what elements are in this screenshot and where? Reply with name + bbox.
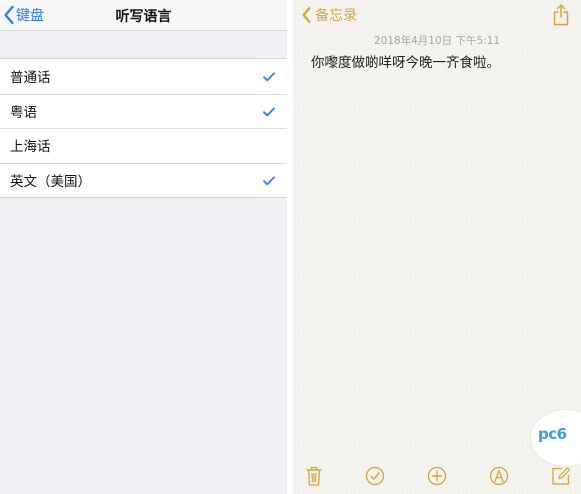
- notes-panel: 备忘录 2018年4月10日 下午5:11 你嚟度做啲咩呀今晚一齐食啦。 pc6: [293, 0, 581, 494]
- add-icon[interactable]: [427, 466, 447, 490]
- pc6-watermark-logo: pc6: [531, 410, 581, 466]
- note-timestamp: 2018年4月10日 下午5:11: [373, 35, 501, 47]
- notes-toolbar: [293, 460, 581, 494]
- settings-panel: 键盘 听写语言 普通话 粤语 上海话 英文（美国）: [0, 0, 287, 494]
- back-to-notes-button[interactable]: 备忘录: [301, 4, 357, 26]
- language-label: 上海话: [10, 139, 51, 156]
- checkmark-icon: [263, 70, 275, 86]
- language-row-english-us[interactable]: 英文（美国）: [0, 162, 287, 198]
- checkmark-icon: [263, 105, 275, 121]
- trash-icon[interactable]: [306, 466, 322, 490]
- watermark-text: pc6: [538, 425, 567, 443]
- language-row-mandarin[interactable]: 普通话: [0, 59, 287, 94]
- share-icon: [553, 4, 569, 30]
- checklist-icon[interactable]: [365, 466, 385, 490]
- language-label: 英文（美国）: [10, 173, 91, 190]
- chevron-left-icon: [301, 6, 315, 24]
- language-label: 普通话: [10, 70, 51, 87]
- sketch-icon[interactable]: [489, 466, 509, 490]
- back-label: 备忘录: [315, 8, 357, 24]
- settings-nav-bar: 键盘 听写语言: [0, 0, 287, 31]
- share-button[interactable]: [553, 4, 569, 30]
- language-row-shanghainese[interactable]: 上海话: [0, 128, 287, 163]
- language-label: 粤语: [10, 104, 37, 121]
- note-content[interactable]: 你嚟度做啲咩呀今晚一齐食啦。: [311, 51, 500, 71]
- page-title: 听写语言: [115, 9, 172, 25]
- language-row-cantonese[interactable]: 粤语: [0, 93, 287, 129]
- checkmark-icon: [263, 174, 275, 190]
- language-list: 普通话 粤语 上海话 英文（美国）: [0, 58, 287, 198]
- compose-icon[interactable]: [551, 466, 571, 490]
